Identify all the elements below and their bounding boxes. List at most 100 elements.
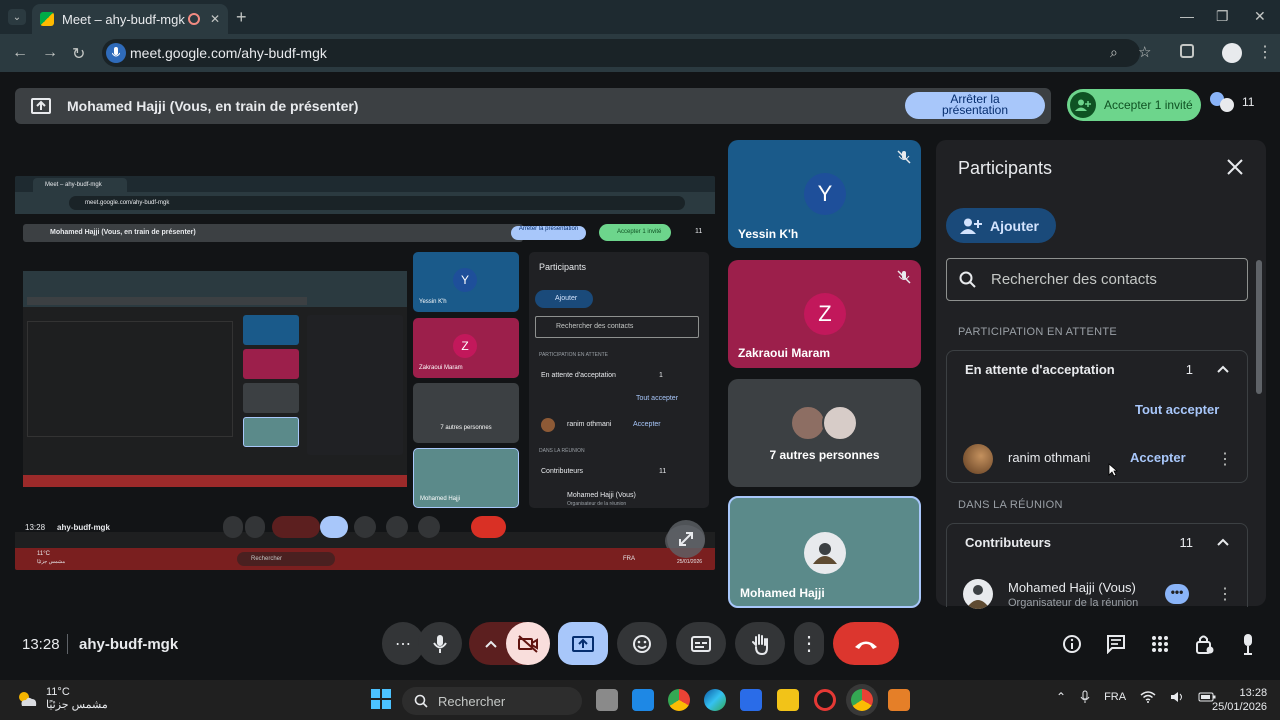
store-app-icon[interactable] [740, 689, 762, 711]
preview-waiting-group: En attente d'acceptation [541, 372, 616, 379]
leave-call-button[interactable] [833, 622, 899, 665]
weather-widget[interactable]: 11°C مشمس جزئيًا [16, 686, 108, 711]
camera-toggle-button[interactable] [506, 622, 550, 665]
microphone-button[interactable] [418, 622, 462, 665]
tile-yessin[interactable]: Y Yessin K'h [728, 140, 921, 248]
taskbar-clock[interactable]: 13:28 25/01/2026 [1212, 686, 1267, 714]
browser-tab[interactable]: Meet – ahy-budf-mgk ✕ [32, 4, 228, 34]
present-screen-button[interactable] [558, 622, 608, 665]
contributors-group: Contributeurs 11 Mohamed Hajji (Vous) Or… [946, 523, 1248, 609]
wifi-icon[interactable] [1140, 691, 1156, 703]
reactions-button[interactable] [617, 622, 667, 665]
close-window-button[interactable]: ✕ [1254, 8, 1266, 25]
in-meeting-section-label: DANS LA RÉUNION [958, 499, 1063, 511]
chat-icon[interactable] [1104, 632, 1128, 656]
person-add-icon [960, 218, 982, 234]
recorder-app-icon[interactable] [814, 689, 836, 711]
host-controls-lock-icon[interactable] [1192, 632, 1216, 656]
stop-presenting-button[interactable]: Arrêter la présentation [905, 92, 1045, 119]
tile-mohamed[interactable]: Mohamed Hajji [728, 496, 921, 608]
people-icon [1210, 92, 1234, 112]
chevron-up-icon [1217, 538, 1229, 546]
member-name: Mohamed Hajji (Vous) [1008, 580, 1136, 595]
chevron-up-icon [485, 640, 497, 648]
close-icon[interactable] [1226, 158, 1244, 176]
meet-favicon-icon [40, 12, 54, 26]
companion-mode-icon[interactable] [1236, 632, 1260, 656]
accept-guest-button[interactable]: Accepter 1 invité [1067, 89, 1201, 121]
tab-close-icon[interactable]: ✕ [210, 12, 220, 26]
minimize-button[interactable]: — [1180, 8, 1194, 24]
chevron-up-icon[interactable]: ⌃ [1056, 690, 1066, 704]
search-contacts-input[interactable]: Rechercher des contacts [946, 258, 1248, 301]
preview-accept: Accepter [633, 421, 661, 428]
weather-partly-sunny-icon [19, 691, 37, 706]
preview-contributors-count: 11 [659, 468, 667, 475]
more-options-icon[interactable]: ⋮ [1217, 449, 1233, 469]
forward-arrow-icon[interactable]: → [42, 44, 58, 62]
more-options-button[interactable]: ⋮ [794, 622, 824, 665]
participants-count-button[interactable]: 11 [1210, 92, 1254, 112]
emoji-icon [633, 634, 651, 653]
captions-button[interactable] [676, 622, 726, 665]
tile-name: Mohamed Hajji [740, 586, 825, 600]
preview-waiting-section: PARTICIPATION EN ATTENTE [539, 352, 608, 358]
reload-icon[interactable]: ↻ [72, 44, 85, 64]
panel-scrollbar[interactable] [1256, 260, 1262, 394]
contributors-group-header[interactable]: Contributeurs 11 [947, 524, 1247, 560]
volume-icon[interactable] [1170, 691, 1184, 703]
preview-in-meeting: DANS LA RÉUNION [539, 448, 585, 454]
avatar [822, 405, 858, 441]
microphone-tray-icon[interactable] [1080, 690, 1090, 704]
chrome-app-icon[interactable] [668, 689, 690, 711]
accept-person-button[interactable]: Accepter [1130, 450, 1186, 465]
presenting-title: Mohamed Hajji (Vous, en train de présent… [67, 98, 359, 114]
more-options-icon[interactable]: ⋮ [1217, 584, 1233, 604]
language-indicator[interactable]: FRA [1104, 691, 1126, 703]
tile-zakraoui[interactable]: Z Zakraoui Maram [728, 260, 921, 368]
microphone-site-icon[interactable] [106, 43, 126, 63]
file-explorer-app-icon[interactable] [777, 689, 799, 711]
chrome-active-app-icon[interactable] [851, 689, 873, 711]
expand-icon[interactable] [667, 520, 705, 558]
search-icon [959, 271, 976, 288]
contributors-count: 11 [1179, 534, 1194, 550]
taskview-app-icon[interactable] [596, 689, 618, 711]
waiting-group-header[interactable]: En attente d'acceptation 1 [947, 351, 1247, 387]
present-screen-icon [31, 98, 51, 114]
widget-app-icon[interactable] [632, 689, 654, 711]
back-arrow-icon[interactable]: ← [12, 44, 28, 62]
preview-lang: FRA [623, 556, 635, 562]
browser-menu-icon[interactable]: ⋮ [1257, 42, 1273, 62]
bookmark-star-icon[interactable]: ☆ [1138, 43, 1151, 61]
extensions-icon[interactable] [1180, 44, 1194, 58]
preview-tab: Meet – ahy-budf-mgk [33, 178, 127, 192]
meeting-info-icon[interactable] [1060, 632, 1084, 656]
waiting-group-title: En attente d'acceptation [965, 361, 1115, 377]
profile-avatar[interactable] [1222, 43, 1242, 63]
avatar: Y [804, 173, 846, 215]
address-bar[interactable]: meet.google.com/ahy-budf-mgk [102, 39, 1140, 67]
preview-stop-button: Arrêter la présentation [511, 226, 586, 240]
preview-accept-all: Tout accepter [636, 395, 679, 402]
new-tab-button[interactable]: + [236, 7, 247, 28]
camera-off-icon [518, 634, 538, 653]
taskbar-search[interactable]: Rechercher [402, 687, 582, 715]
tile-name: 7 autres personnes [769, 448, 880, 462]
preview-add-button: Ajouter [535, 290, 593, 308]
waiting-group: En attente d'acceptation 1 Tout accepter… [946, 350, 1248, 483]
tab-search-button[interactable]: ⌄ [8, 9, 26, 25]
preview-address-bar: meet.google.com/ahy-budf-mgk [69, 196, 685, 210]
activities-grid-icon[interactable] [1148, 632, 1172, 656]
raise-hand-button[interactable] [735, 622, 785, 665]
zoom-icon[interactable]: ⌕ [1110, 44, 1118, 61]
meeting-code: ahy-budf-mgk [79, 636, 179, 653]
edge-app-icon[interactable] [704, 689, 726, 711]
tile-others[interactable]: 7 autres personnes [728, 379, 921, 487]
preview-contributors: Contributeurs [541, 468, 584, 475]
add-people-button[interactable]: Ajouter [946, 208, 1056, 243]
accept-all-button[interactable]: Tout accepter [1135, 402, 1219, 417]
windows-start-icon[interactable] [371, 689, 391, 709]
xampp-app-icon[interactable] [888, 689, 910, 711]
maximize-button[interactable]: ❐ [1216, 8, 1229, 25]
